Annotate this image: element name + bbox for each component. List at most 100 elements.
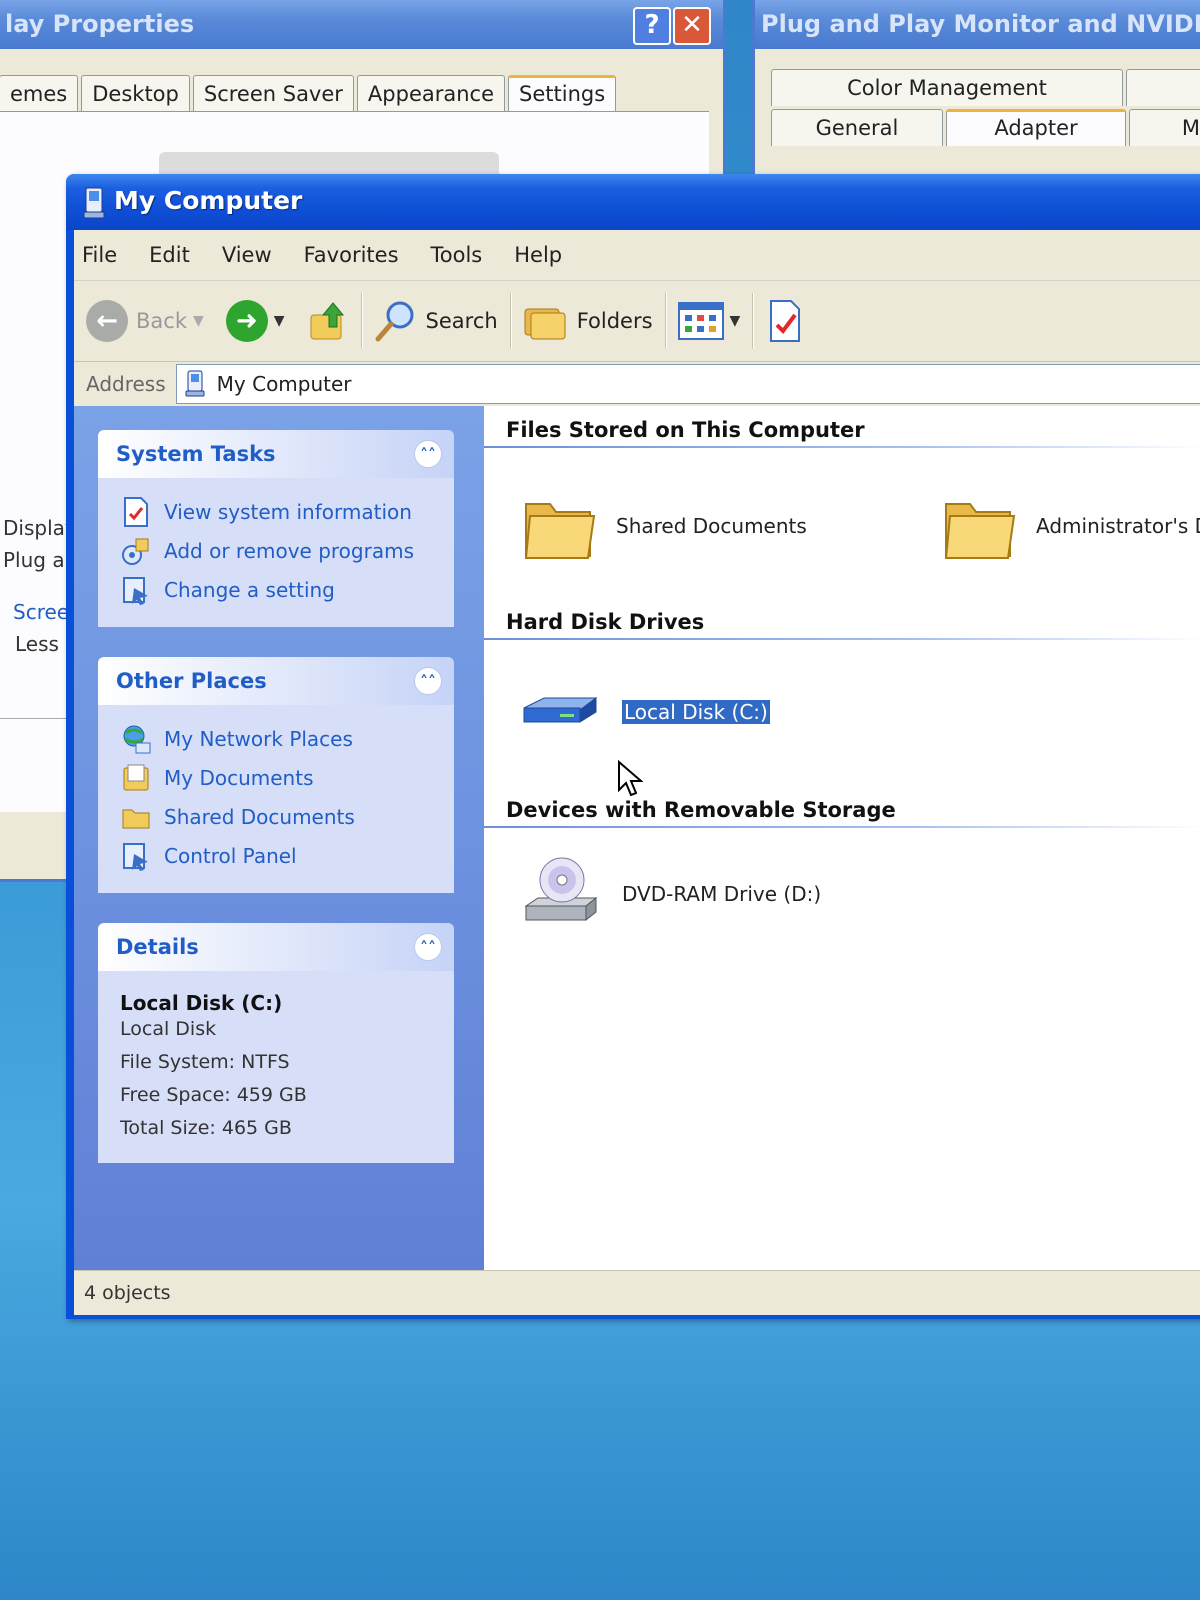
system-tasks-body: View system information Add or remove pr…: [98, 478, 454, 627]
monitor-properties-titlebar[interactable]: Plug and Play Monitor and NVIDIA G: [755, 0, 1200, 49]
details-total-size: Total Size: 465 GB: [120, 1117, 292, 1139]
details-item-name: Local Disk (C:): [120, 991, 283, 1015]
forward-dropdown-icon[interactable]: ▼: [274, 313, 285, 329]
group-header-hard-disk-drives: Hard Disk Drives: [506, 610, 705, 634]
tab-adapter[interactable]: Adapter: [946, 109, 1126, 146]
control-panel-link[interactable]: Control Panel: [120, 836, 438, 875]
tab-color-management[interactable]: Color Management: [771, 69, 1123, 106]
tab-settings[interactable]: Settings: [508, 75, 617, 112]
dvd-ram-drive-d-item[interactable]: DVD-RAM Drive (D:): [514, 854, 821, 934]
hard-disk-icon: [523, 697, 598, 723]
views-icon: [677, 302, 724, 340]
back-button[interactable]: ← Back ▼: [86, 300, 204, 342]
add-remove-programs-link[interactable]: Add or remove programs: [120, 531, 438, 570]
other-places-body: My Network Places My Documents Shared Do…: [98, 705, 454, 893]
dvd-ram-drive-d-label: DVD-RAM Drive (D:): [622, 882, 822, 906]
folders-button[interactable]: Folders: [523, 301, 653, 341]
my-computer-icon: [83, 187, 105, 219]
tab-themes[interactable]: emes: [0, 75, 79, 112]
search-button[interactable]: Search: [374, 299, 498, 343]
my-computer-window: My Computer File Edit View Favorites Too…: [66, 174, 1200, 1319]
control-panel-label: Control Panel: [164, 843, 297, 868]
collapse-chevron-icon[interactable]: ˄˄: [414, 440, 442, 468]
back-dropdown-icon[interactable]: ▼: [193, 313, 204, 329]
other-places-header[interactable]: Other Places ˄˄: [98, 657, 454, 705]
my-computer-small-icon: [185, 370, 205, 397]
up-folder-icon: [310, 302, 344, 340]
my-network-places-link[interactable]: My Network Places: [120, 719, 438, 758]
views-button[interactable]: ▼: [677, 302, 741, 340]
change-setting-link[interactable]: Change a setting: [120, 570, 438, 609]
menu-view[interactable]: View: [222, 243, 272, 267]
system-tasks-header[interactable]: System Tasks ˄˄: [98, 430, 454, 478]
status-text: 4 objects: [84, 1282, 171, 1304]
mouse-pointer-icon: [618, 760, 643, 797]
explorer-body: System Tasks ˄˄ View system information: [74, 406, 1200, 1271]
window-titlebar[interactable]: My Computer: [66, 174, 1200, 230]
views-dropdown-icon[interactable]: ▼: [730, 313, 741, 329]
collapse-chevron-icon[interactable]: ˄˄: [414, 667, 442, 695]
menu-bar: File Edit View Favorites Tools Help: [74, 230, 1200, 281]
forward-button[interactable]: ➜ ▼: [225, 300, 285, 342]
group-divider: [484, 826, 1200, 828]
administrators-documents-item-label: Administrator's D: [1036, 514, 1200, 538]
add-remove-programs-icon: [122, 538, 149, 565]
view-system-information-label: View system information: [164, 499, 412, 524]
group-header-files: Files Stored on This Computer: [506, 418, 865, 442]
tab-screen-saver[interactable]: Screen Saver: [192, 75, 354, 112]
my-network-places-label: My Network Places: [164, 726, 353, 751]
control-panel-icon: [123, 576, 148, 605]
menu-favorites[interactable]: Favorites: [304, 243, 399, 267]
folder-icon: [122, 809, 150, 828]
network-places-icon: [123, 725, 151, 753]
file-list-view[interactable]: Files Stored on This Computer Shared Doc…: [484, 406, 1200, 1271]
forward-arrow-icon: ➜: [225, 300, 268, 342]
local-disk-c-item[interactable]: Local Disk (C:): [514, 672, 771, 752]
menu-help[interactable]: Help: [514, 243, 562, 267]
other-places-title: Other Places: [116, 669, 267, 693]
tab-desktop[interactable]: Desktop: [81, 75, 190, 112]
display-properties-titlebar[interactable]: lay Properties ? ✕: [0, 0, 723, 49]
tab-appearance[interactable]: Appearance: [356, 75, 506, 112]
local-disk-c-label: Local Disk (C:): [621, 699, 771, 725]
group-divider: [484, 446, 1200, 448]
window-title: My Computer: [114, 186, 303, 215]
up-folder-button[interactable]: [309, 299, 349, 343]
details-title: Details: [116, 935, 199, 959]
monitor-properties-window: Plug and Play Monitor and NVIDIA G Color…: [752, 0, 1200, 202]
details-header[interactable]: Details ˄˄: [98, 923, 454, 971]
add-remove-programs-label: Add or remove programs: [164, 538, 414, 563]
help-button[interactable]: ?: [633, 7, 671, 45]
menu-file[interactable]: File: [82, 243, 117, 267]
properties-button[interactable]: [765, 299, 805, 343]
shared-documents-label: Shared Documents: [164, 804, 355, 829]
tab-extra[interactable]: [1126, 69, 1200, 106]
status-bar: 4 objects: [74, 1270, 1200, 1315]
close-button[interactable]: ✕: [673, 7, 711, 45]
collapse-chevron-icon[interactable]: ˄˄: [414, 933, 442, 961]
my-documents-link[interactable]: My Documents: [120, 758, 438, 797]
display-properties-tabs: emes Desktop Screen Saver Appearance Set…: [0, 75, 619, 112]
properties-checkmark-icon: [770, 300, 801, 342]
system-information-icon: [124, 496, 148, 527]
toolbar-separator: [752, 293, 754, 349]
my-documents-label: My Documents: [164, 765, 314, 790]
address-label: Address: [86, 372, 166, 396]
view-system-information-link[interactable]: View system information: [120, 492, 438, 531]
monitor-tabs-row1: Color Management: [771, 69, 1200, 106]
menu-edit[interactable]: Edit: [149, 243, 190, 267]
toolbar-separator: [664, 293, 666, 349]
details-file-system: File System: NTFS: [120, 1051, 290, 1073]
my-documents-icon: [123, 764, 149, 790]
folder-icon: [944, 503, 1016, 559]
menu-tools[interactable]: Tools: [431, 243, 483, 267]
administrators-documents-item[interactable]: Administrator's D: [940, 486, 1200, 566]
address-field[interactable]: My Computer: [175, 364, 1200, 404]
shared-documents-item[interactable]: Shared Documents: [520, 486, 807, 566]
toolbar-separator: [360, 293, 362, 349]
shared-documents-link[interactable]: Shared Documents: [120, 797, 438, 836]
tab-monitor[interactable]: M: [1129, 109, 1200, 146]
monitor-tabs-row2: General Adapter M: [771, 109, 1200, 146]
system-tasks-title: System Tasks: [116, 442, 276, 466]
tab-general[interactable]: General: [771, 109, 943, 146]
